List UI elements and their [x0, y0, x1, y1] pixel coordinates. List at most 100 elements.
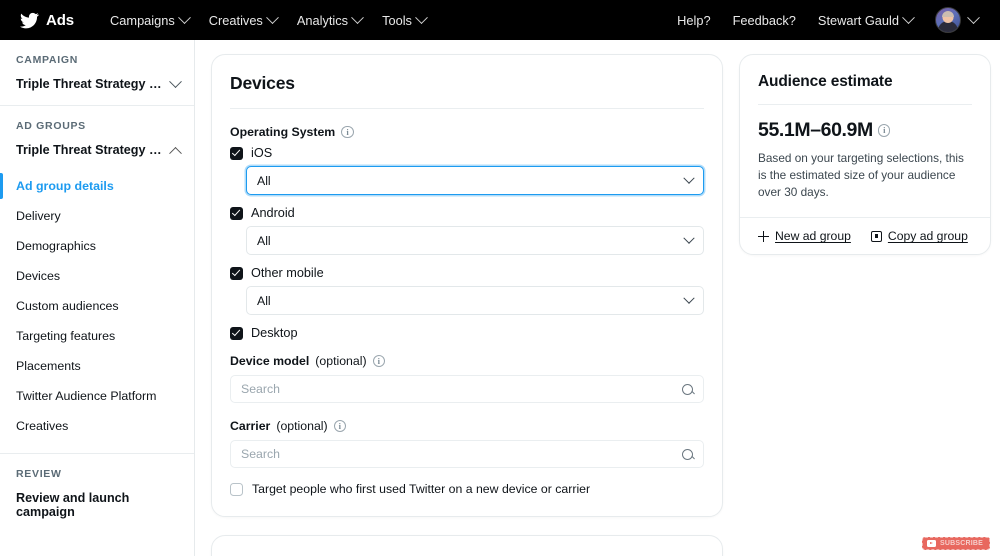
- devices-card-body: Operating System i iOS All Android All O…: [212, 109, 722, 516]
- sidebar-campaign-name: Triple Threat Strategy - Cam...: [16, 77, 165, 91]
- search-icon: [682, 383, 693, 395]
- copy-ad-group-label: Copy ad group: [887, 229, 968, 244]
- search-icon: [682, 448, 693, 460]
- sidebar: CAMPAIGN Triple Threat Strategy - Cam...…: [0, 40, 195, 556]
- info-icon[interactable]: i: [877, 124, 891, 137]
- sidebar-item-creatives[interactable]: Creatives: [0, 411, 194, 441]
- new-device-checkbox-row[interactable]: Target people who first used Twitter on …: [230, 482, 704, 496]
- account-name-label: Stewart Gauld: [817, 12, 899, 28]
- device-model-search-placeholder: Search: [241, 382, 280, 396]
- audience-estimate-description: Based on your targeting selections, this…: [758, 151, 964, 200]
- sidebar-item-devices[interactable]: Devices: [0, 261, 194, 291]
- carrier-label-row: Carrier (optional) i: [230, 419, 704, 433]
- nav-item-creatives[interactable]: Creatives: [199, 7, 287, 34]
- device-model-label: Device model: [230, 354, 310, 368]
- devices-card-title: Devices: [230, 73, 295, 93]
- sidebar-item-twitter-audience-platform[interactable]: Twitter Audience Platform: [0, 381, 194, 411]
- help-link-label: Help?: [677, 12, 711, 28]
- chevron-down-icon: [177, 10, 191, 24]
- feedback-link[interactable]: Feedback?: [723, 7, 806, 34]
- ios-version-select[interactable]: All: [246, 166, 704, 195]
- nav-item-campaigns-label: Campaigns: [110, 12, 175, 28]
- carrier-optional-label: (optional): [276, 419, 328, 433]
- audience-estimate-value-row: 55.1M–60.9M i: [758, 119, 972, 142]
- android-version-select[interactable]: All: [246, 226, 704, 255]
- copy-icon: [870, 230, 882, 242]
- audience-estimate-value: 55.1M–60.9M: [758, 119, 873, 141]
- other-mobile-version-select-value: All: [257, 293, 271, 308]
- checkbox-other-mobile[interactable]: [230, 266, 243, 280]
- sidebar-item-placements[interactable]: Placements: [0, 351, 194, 381]
- device-model-label-row: Device model (optional) i: [230, 354, 704, 368]
- carrier-search-input[interactable]: Search: [230, 440, 704, 468]
- audience-estimate-body: 55.1M–60.9M i Based on your targeting se…: [740, 105, 990, 217]
- checkbox-new-device-or-carrier[interactable]: [230, 482, 243, 496]
- info-icon[interactable]: i: [333, 419, 347, 433]
- sidebar-item-ad-group-details[interactable]: Ad group details: [0, 171, 194, 201]
- sidebar-item-targeting-features[interactable]: Targeting features: [0, 321, 194, 351]
- sidebar-item-demographics[interactable]: Demographics: [0, 231, 194, 261]
- chevron-down-icon: [683, 292, 695, 304]
- forms-column: Devices Operating System i iOS All Andro…: [211, 54, 723, 556]
- info-icon[interactable]: i: [372, 354, 386, 368]
- brand-logo[interactable]: Ads: [16, 11, 74, 30]
- sidebar-item-review-and-launch[interactable]: Review and launch campaign: [0, 489, 194, 535]
- checkbox-desktop-label: Desktop: [251, 326, 298, 340]
- checkbox-new-device-or-carrier-label: Target people who first used Twitter on …: [252, 482, 591, 496]
- sidebar-item-delivery[interactable]: Delivery: [0, 201, 194, 231]
- checkbox-desktop[interactable]: [230, 326, 243, 340]
- avatar[interactable]: [935, 7, 961, 33]
- copy-ad-group-button[interactable]: Copy ad group: [870, 229, 968, 244]
- os-option-ios[interactable]: iOS: [230, 146, 704, 160]
- android-version-select-value: All: [257, 233, 271, 248]
- operating-system-label-row: Operating System i: [230, 125, 704, 139]
- operating-system-label: Operating System: [230, 125, 336, 139]
- devices-card: Devices Operating System i iOS All Andro…: [211, 54, 723, 517]
- nav-item-tools[interactable]: Tools: [372, 7, 436, 34]
- info-icon[interactable]: i: [341, 125, 354, 139]
- checkbox-other-mobile-label: Other mobile: [251, 266, 324, 280]
- os-option-other-mobile[interactable]: Other mobile: [230, 266, 704, 280]
- main-content: Devices Operating System i iOS All Andro…: [195, 40, 1000, 556]
- other-mobile-select-wrapper: All: [230, 286, 704, 315]
- top-navigation-bar: Ads Campaigns Creatives Analytics Tools …: [0, 0, 1000, 40]
- sidebar-item-custom-audiences[interactable]: Custom audiences: [0, 291, 194, 321]
- ios-version-select-value: All: [257, 173, 271, 188]
- new-ad-group-button[interactable]: New ad group: [758, 229, 851, 243]
- os-option-desktop[interactable]: Desktop: [230, 326, 704, 340]
- custom-audiences-card: Custom audiences: [211, 535, 723, 556]
- sidebar-campaign-selector[interactable]: Triple Threat Strategy - Cam...: [0, 74, 194, 105]
- chevron-down-icon: [415, 10, 428, 24]
- youtube-play-icon: [926, 540, 936, 547]
- nav-item-campaigns[interactable]: Campaigns: [100, 7, 199, 34]
- chevron-up-icon: [169, 146, 182, 160]
- avatar-menu[interactable]: [935, 7, 980, 33]
- chevron-down-icon: [902, 10, 915, 24]
- sidebar-adgroup-selector[interactable]: Triple Threat Strategy - Ad G...: [0, 141, 194, 171]
- nav-right-group: Help? Feedback? Stewart Gauld: [667, 7, 984, 34]
- account-menu[interactable]: Stewart Gauld: [808, 7, 923, 34]
- chevron-down-icon: [683, 232, 695, 244]
- subscribe-watermark-label: SUBSCRIBE: [939, 540, 983, 547]
- subscribe-watermark: SUBSCRIBE: [921, 537, 990, 550]
- audience-estimate-title: Audience estimate: [758, 73, 893, 90]
- twitter-bird-icon: [20, 12, 39, 28]
- os-option-android[interactable]: Android: [230, 206, 704, 220]
- avatar-hair: [942, 10, 954, 17]
- chevron-down-icon: [351, 10, 364, 24]
- nav-item-tools-label: Tools: [382, 12, 412, 28]
- audience-estimate-footer: New ad group Copy ad group: [740, 217, 990, 254]
- checkbox-android[interactable]: [230, 206, 243, 220]
- android-select-wrapper: All: [230, 226, 704, 255]
- carrier-search-placeholder: Search: [241, 447, 280, 461]
- other-mobile-version-select[interactable]: All: [246, 286, 704, 315]
- nav-left-group: Ads Campaigns Creatives Analytics Tools: [16, 7, 436, 34]
- checkbox-ios[interactable]: [230, 146, 243, 160]
- device-model-search-input[interactable]: Search: [230, 375, 704, 403]
- nav-item-analytics[interactable]: Analytics: [287, 7, 372, 34]
- ios-select-wrapper: All: [230, 166, 704, 195]
- estimate-column: Audience estimate 55.1M–60.9M i Based on…: [739, 54, 991, 556]
- brand-label: Ads: [46, 11, 75, 29]
- help-link[interactable]: Help?: [667, 7, 720, 34]
- custom-audiences-card-title: Custom audiences: [212, 536, 722, 556]
